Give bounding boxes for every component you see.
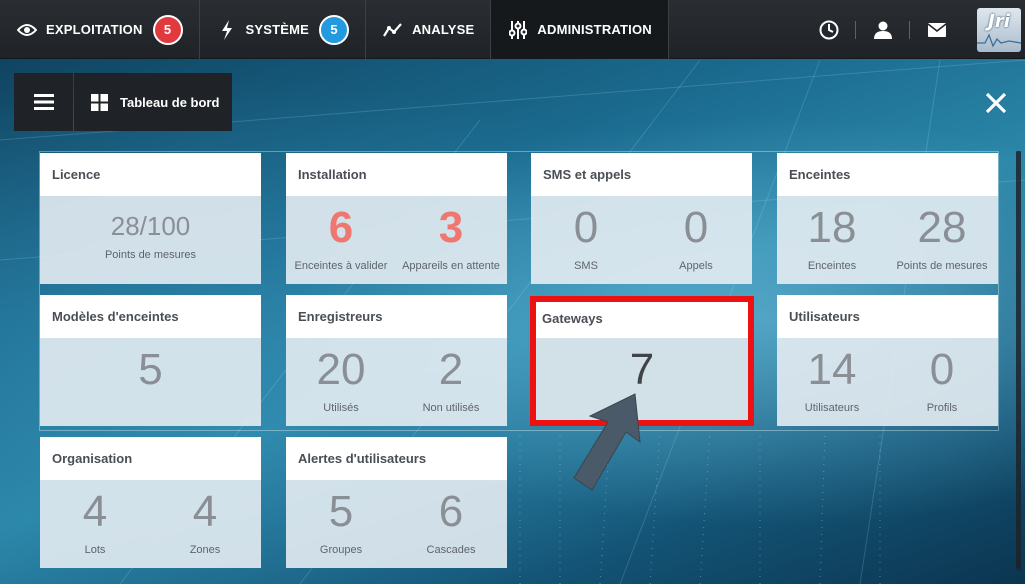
metric-label: Zones <box>189 544 221 556</box>
metric-modeles: 5 <box>40 338 261 392</box>
card-title: Enceintes <box>777 153 998 196</box>
card-enregistreurs[interactable]: Enregistreurs 20 Utilisés 2 Non utilisés <box>286 295 507 426</box>
lightning-icon <box>216 19 238 41</box>
metric-value: 4 <box>192 487 218 536</box>
logo-text: Jri <box>988 10 1010 32</box>
card-title: SMS et appels <box>531 153 752 196</box>
card-licence[interactable]: Licence 28/100 Points de mesures <box>40 153 261 284</box>
metric-label: Appareils en attente <box>402 260 500 272</box>
metric-value: 18 <box>807 203 857 252</box>
dashboard-title: Tableau de bord <box>120 94 220 110</box>
card-organisation[interactable]: Organisation 4 Lots 4 Zones <box>40 437 261 568</box>
card-sms-et-appels[interactable]: SMS et appels 0 SMS 0 Appels <box>531 153 752 284</box>
dashboard-tab[interactable]: Tableau de bord <box>74 73 232 131</box>
line-chart-icon <box>382 19 404 41</box>
metric-label: Enceintes à valider <box>294 260 388 272</box>
user-icon[interactable] <box>856 0 909 59</box>
card-alertes-d-utilisateurs[interactable]: Alertes d'utilisateurs 5 Groupes 6 Casca… <box>286 437 507 568</box>
metric-label: Lots <box>84 544 106 556</box>
card-enceintes[interactable]: Enceintes 18 Enceintes 28 Points de mesu… <box>777 153 998 284</box>
card-title: Utilisateurs <box>777 295 998 338</box>
jri-logo[interactable]: Jri <box>977 7 1021 52</box>
metric-value: 3 <box>438 203 464 252</box>
metric-value: 28/100 <box>110 211 191 241</box>
card-title: Installation <box>286 153 507 196</box>
metric-label: Utilisateurs <box>804 402 860 414</box>
metric-value: 0 <box>573 203 599 252</box>
metric-appareils-en-attente: 3 Appareils en attente <box>396 196 506 273</box>
metric-value: 4 <box>82 487 108 536</box>
metric-zones: 4 Zones <box>150 480 260 557</box>
metric-non-utilises: 2 Non utilisés <box>396 338 506 415</box>
card-title: Modèles d'enceintes <box>40 295 261 338</box>
card-title: Alertes d'utilisateurs <box>286 437 507 480</box>
logo-wave <box>977 32 1021 48</box>
close-icon[interactable] <box>985 92 1007 114</box>
metric-points-de-mesures: 28 Points de mesures <box>887 196 997 273</box>
metric-value: 0 <box>683 203 709 252</box>
metric-label: SMS <box>574 260 598 272</box>
metric-lots: 4 Lots <box>40 480 150 557</box>
card-utilisateurs[interactable]: Utilisateurs 14 Utilisateurs 0 Profils <box>777 295 998 426</box>
metric-appels: 0 Appels <box>641 196 751 273</box>
card-title: Enregistreurs <box>286 295 507 338</box>
scrollbar-thumb[interactable] <box>1016 151 1021 569</box>
metric-value: 20 <box>316 345 366 394</box>
metric-label: Groupes <box>319 544 363 556</box>
metric-label: Points de mesures <box>896 260 988 272</box>
metric-enceintes-a-valider: 6 Enceintes à valider <box>286 196 396 273</box>
clock-icon[interactable] <box>802 0 855 59</box>
metric-value: 28 <box>917 203 967 252</box>
nav-analyse[interactable]: ANALYSE <box>366 0 492 59</box>
dashboard-grid-icon <box>91 93 108 111</box>
card-modeles-d-enceintes[interactable]: Modèles d'enceintes 5 <box>40 295 261 426</box>
top-right-tools: Jri <box>802 0 1025 59</box>
menu-button[interactable] <box>14 73 73 131</box>
nav-analyse-label: ANALYSE <box>412 22 475 37</box>
sliders-icon <box>507 19 529 41</box>
nav-administration-label: ADMINISTRATION <box>537 22 652 37</box>
nav-administration[interactable]: ADMINISTRATION <box>491 0 669 59</box>
metric-value: 5 <box>328 487 354 536</box>
systeme-badge: 5 <box>319 14 350 45</box>
metric-value: 6 <box>328 203 354 252</box>
mail-icon[interactable] <box>910 0 963 59</box>
metric-value: 0 <box>929 345 955 394</box>
metric-label: Utilisés <box>323 402 359 414</box>
eye-icon <box>16 19 38 41</box>
metric-sms: 0 SMS <box>531 196 641 273</box>
metric-value: 5 <box>138 345 163 394</box>
metric-enceintes: 18 Enceintes <box>777 196 887 273</box>
metric-utilisateurs: 14 Utilisateurs <box>777 338 887 415</box>
metric-value: 6 <box>438 487 464 536</box>
metric-profils: 0 Profils <box>887 338 997 415</box>
metric-label: Appels <box>679 260 713 272</box>
nav-systeme[interactable]: SYSTÈME 5 <box>200 0 367 59</box>
nav-exploitation-label: EXPLOITATION <box>46 22 143 37</box>
pointer-arrow-icon <box>573 393 641 491</box>
card-title: Organisation <box>40 437 261 480</box>
metric-label: Cascades <box>426 544 476 556</box>
card-title: Licence <box>40 153 261 196</box>
metric-value: 14 <box>807 345 857 394</box>
exploitation-badge: 5 <box>152 14 183 45</box>
nav-systeme-label: SYSTÈME <box>245 22 310 37</box>
metric-groupes: 5 Groupes <box>286 480 396 557</box>
metric-label: Non utilisés <box>422 402 480 414</box>
card-installation[interactable]: Installation 6 Enceintes à valider 3 App… <box>286 153 507 284</box>
metric-cascades: 6 Cascades <box>396 480 506 557</box>
hamburger-icon <box>33 94 54 110</box>
metric-label: Points de mesures <box>104 249 197 261</box>
metric-label: Profils <box>926 402 958 414</box>
metric-value: 2 <box>438 345 464 394</box>
metric-label: Enceintes <box>807 260 857 272</box>
metric-utilises: 20 Utilisés <box>286 338 396 415</box>
nav-exploitation[interactable]: EXPLOITATION 5 <box>0 0 200 59</box>
metric-points-de-mesures: 28/100 Points de mesures <box>40 196 261 261</box>
